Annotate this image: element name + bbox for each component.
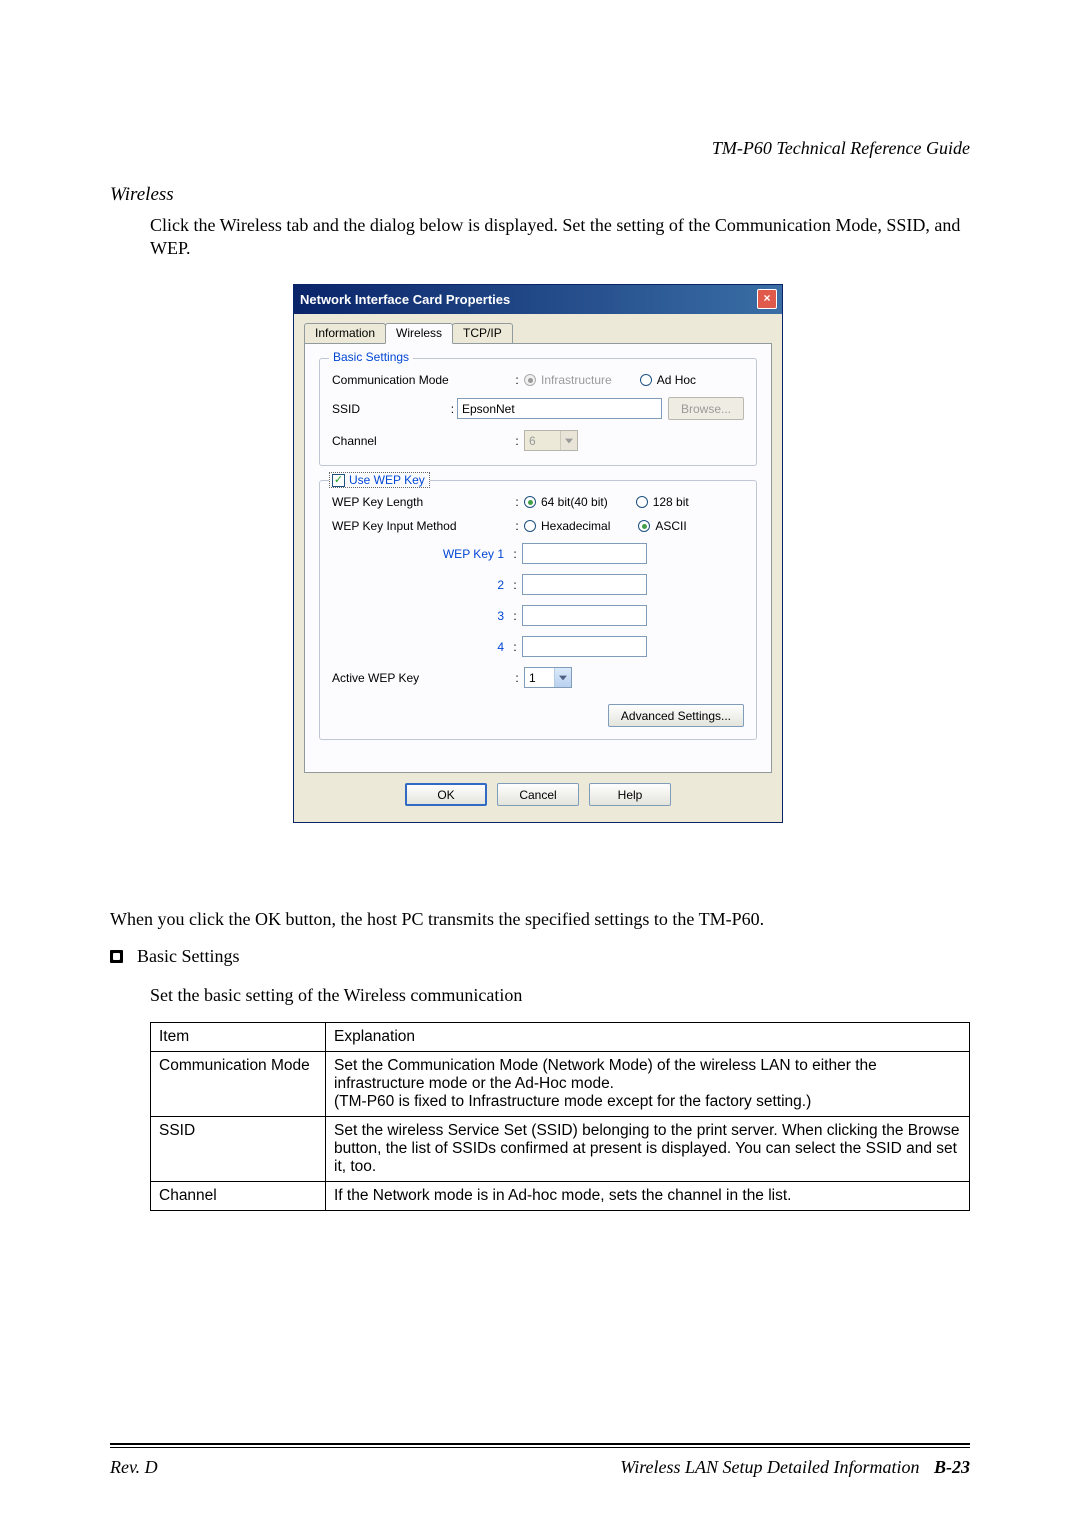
th-explanation: Explanation	[326, 1023, 970, 1052]
radio-hex-label: Hexadecimal	[541, 519, 610, 533]
radio-hex[interactable]: Hexadecimal	[524, 519, 610, 533]
dialog-screenshot: Network Interface Card Properties × Info…	[293, 284, 783, 823]
browse-button: Browse...	[668, 397, 744, 420]
radio-64bit-label: 64 bit(40 bit)	[541, 495, 608, 509]
cell-item: Communication Mode	[151, 1052, 326, 1117]
table-row: Communication Mode Set the Communication…	[151, 1052, 970, 1117]
table-header-row: Item Explanation	[151, 1023, 970, 1052]
settings-table: Item Explanation Communication Mode Set …	[150, 1022, 970, 1211]
help-button[interactable]: Help	[589, 783, 671, 806]
radio-ascii-label: ASCII	[655, 519, 686, 533]
active-wep-label: Active WEP Key	[332, 671, 510, 685]
wep-key-3-label: 3	[332, 609, 508, 623]
radio-adhoc-label: Ad Hoc	[657, 373, 696, 387]
ssid-input[interactable]: EpsonNet	[457, 398, 662, 419]
ssid-label: SSID	[332, 402, 448, 416]
wep-key-2-label: 2	[332, 578, 508, 592]
cell-explanation: Set the Communication Mode (Network Mode…	[326, 1052, 970, 1117]
channel-label: Channel	[332, 434, 510, 448]
tab-tcpip[interactable]: TCP/IP	[452, 323, 513, 343]
cell-item: SSID	[151, 1117, 326, 1182]
footer-rule	[110, 1443, 970, 1448]
title-bar: Network Interface Card Properties ×	[294, 285, 782, 314]
footer-section: Wireless LAN Setup Detailed Information	[620, 1457, 919, 1477]
wep-group: ✓ Use WEP Key WEP Key Length : 64 bit(40…	[319, 480, 757, 740]
bullet-label: Basic Settings	[137, 946, 240, 967]
paragraph-basic-desc: Set the basic setting of the Wireless co…	[150, 985, 970, 1006]
cell-explanation: Set the wireless Service Set (SSID) belo…	[326, 1117, 970, 1182]
radio-infrastructure-label: Infrastructure	[541, 373, 612, 387]
radio-128bit[interactable]: 128 bit	[636, 495, 689, 509]
doc-title: TM-P60 Technical Reference Guide	[712, 138, 970, 159]
intro-paragraph: Click the Wireless tab and the dialog be…	[150, 214, 970, 261]
radio-infrastructure: Infrastructure	[524, 373, 612, 387]
dialog-title: Network Interface Card Properties	[300, 292, 510, 307]
tab-information[interactable]: Information	[304, 323, 386, 343]
bullet-basic-settings: Basic Settings	[110, 946, 970, 967]
radio-64bit[interactable]: 64 bit(40 bit)	[524, 495, 608, 509]
wep-key-4-label: 4	[332, 640, 508, 654]
cell-item: Channel	[151, 1182, 326, 1211]
wep-input-method-label: WEP Key Input Method	[332, 519, 510, 533]
active-wep-select[interactable]: 1	[524, 667, 572, 688]
colon: :	[510, 373, 524, 387]
checkbox-icon: ✓	[332, 474, 345, 487]
footer-rev: Rev. D	[110, 1457, 158, 1478]
chevron-down-icon	[560, 431, 577, 450]
tab-wireless[interactable]: Wireless	[385, 323, 453, 344]
basic-settings-group: Basic Settings Communication Mode : Infr…	[319, 358, 757, 466]
wep-key-1-input[interactable]	[522, 543, 647, 564]
comm-mode-label: Communication Mode	[332, 373, 510, 387]
paragraph-ok-transmit: When you click the OK button, the host P…	[110, 909, 970, 930]
channel-select: 6	[524, 430, 578, 451]
wep-key-1-label: WEP Key 1	[332, 547, 508, 561]
table-row: SSID Set the wireless Service Set (SSID)…	[151, 1117, 970, 1182]
section-heading: Wireless	[110, 184, 174, 206]
wep-key-3-input[interactable]	[522, 605, 647, 626]
radio-ascii[interactable]: ASCII	[638, 519, 686, 533]
cell-explanation: If the Network mode is in Ad-hoc mode, s…	[326, 1182, 970, 1211]
close-icon[interactable]: ×	[757, 289, 777, 309]
wep-key-2-input[interactable]	[522, 574, 647, 595]
basic-settings-legend: Basic Settings	[329, 350, 413, 364]
ok-button[interactable]: OK	[405, 783, 487, 806]
radio-128bit-label: 128 bit	[653, 495, 689, 509]
footer: Rev. D Wireless LAN Setup Detailed Infor…	[110, 1457, 970, 1478]
footer-page: B-23	[934, 1457, 970, 1477]
wep-key-4-input[interactable]	[522, 636, 647, 657]
active-wep-value: 1	[529, 671, 554, 685]
th-item: Item	[151, 1023, 326, 1052]
advanced-settings-button[interactable]: Advanced Settings...	[608, 704, 744, 727]
wep-length-label: WEP Key Length	[332, 495, 510, 509]
radio-adhoc[interactable]: Ad Hoc	[640, 373, 696, 387]
channel-value: 6	[529, 434, 560, 448]
cancel-button[interactable]: Cancel	[497, 783, 579, 806]
use-wep-checkbox[interactable]: ✓ Use WEP Key	[329, 472, 430, 488]
use-wep-label: Use WEP Key	[349, 473, 425, 487]
table-row: Channel If the Network mode is in Ad-hoc…	[151, 1182, 970, 1211]
chevron-down-icon	[554, 668, 571, 687]
bullet-icon	[110, 950, 123, 963]
